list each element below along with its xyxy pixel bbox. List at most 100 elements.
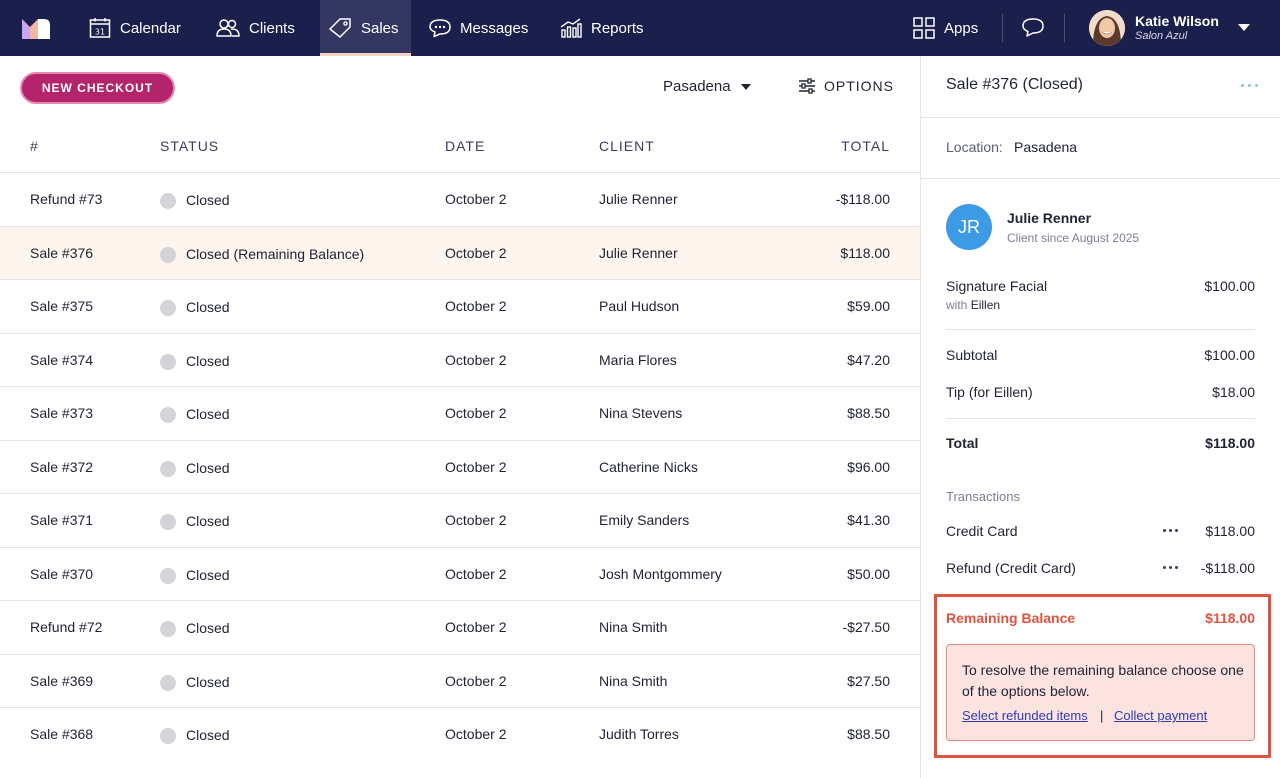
- status-dot-icon: [160, 621, 176, 637]
- service-staff-name: Eillen: [970, 298, 1001, 312]
- sale-total: $118.00: [840, 244, 890, 261]
- client-avatar[interactable]: JR: [946, 204, 992, 250]
- status-dot-icon: [160, 728, 176, 744]
- nav-separator: [1002, 14, 1003, 42]
- location-dropdown-value: Pasadena: [663, 78, 731, 95]
- table-row[interactable]: Sale #375 Closed October 2 Paul Hudson $…: [0, 279, 920, 333]
- table-row[interactable]: Sale #373 Closed October 2 Nina Stevens …: [0, 386, 920, 440]
- sale-status: Closed: [186, 299, 230, 315]
- nav-reports-label: Reports: [591, 19, 644, 37]
- subtotal-value: $100.00: [1204, 347, 1255, 363]
- select-refunded-items-link[interactable]: Select refunded items: [962, 708, 1088, 723]
- transaction-more-icon[interactable]: [1163, 529, 1179, 533]
- column-header-client[interactable]: CLIENT: [599, 138, 655, 154]
- sale-date: October 2: [445, 405, 507, 421]
- messages-icon: [429, 19, 451, 38]
- status-dot-icon: [160, 460, 176, 477]
- nav-reports[interactable]: Reports: [560, 0, 644, 56]
- table-row[interactable]: Sale #374 Closed October 2 Maria Flores …: [0, 332, 920, 387]
- chat-bubble-icon[interactable]: [1021, 15, 1045, 39]
- location-dropdown[interactable]: Pasadena: [663, 78, 751, 95]
- sale-status: Closed: [186, 727, 230, 743]
- client-name[interactable]: Julie Renner: [1007, 210, 1091, 226]
- sale-date: October 2: [445, 298, 507, 314]
- nav-messages-label: Messages: [460, 19, 529, 37]
- table-row[interactable]: Sale #372 Closed October 2 Catherine Nic…: [0, 439, 920, 494]
- tip-label: Tip (for Eillen): [946, 384, 1033, 400]
- sales-table: Refund #73 Closed October 2 Julie Renner…: [0, 172, 920, 761]
- options-button[interactable]: OPTIONS: [798, 78, 894, 94]
- nav-messages[interactable]: Messages: [429, 0, 528, 56]
- reports-icon: [560, 18, 582, 38]
- user-menu-caret-icon[interactable]: [1238, 24, 1250, 31]
- total-value: $118.00: [1205, 435, 1255, 451]
- total-label: Total: [946, 435, 979, 451]
- sale-number: Refund #72: [30, 619, 103, 635]
- remaining-balance-value: $118.00: [1205, 610, 1255, 626]
- table-row[interactable]: Sale #371 Closed October 2 Emily Sanders…: [0, 493, 920, 547]
- nav-calendar[interactable]: 31 Calendar: [89, 0, 181, 56]
- sale-total: $41.30: [847, 512, 890, 528]
- sale-status: Closed: [186, 192, 230, 208]
- remaining-balance-notice: To resolve the remaining balance choose …: [946, 644, 1255, 741]
- sale-client: Emily Sanders: [599, 512, 690, 528]
- column-header-status[interactable]: STATUS: [160, 138, 219, 154]
- nav-clients[interactable]: Clients: [216, 0, 295, 56]
- remaining-balance-label: Remaining Balance: [946, 610, 1076, 626]
- column-header-number[interactable]: #: [30, 138, 39, 154]
- status-dot-icon: [160, 246, 176, 263]
- options-label: OPTIONS: [824, 78, 895, 94]
- more-options-icon[interactable]: [1241, 84, 1259, 88]
- sale-number: Sale #375: [30, 298, 94, 314]
- app-logo-icon[interactable]: [22, 17, 50, 39]
- calendar-icon: 31: [89, 18, 111, 38]
- sale-total: $47.20: [847, 351, 890, 368]
- apps-grid-icon: [913, 17, 935, 39]
- table-row-selected[interactable]: Sale #376 Closed (Remaining Balance) Oct…: [0, 225, 920, 279]
- sale-client: Paul Hudson: [599, 298, 680, 314]
- client-since: Client since August 2025: [1007, 231, 1140, 245]
- table-row[interactable]: Refund #73 Closed October 2 Julie Renner…: [0, 172, 920, 226]
- user-name: Katie Wilson: [1135, 13, 1219, 29]
- user-avatar[interactable]: [1089, 10, 1125, 46]
- table-row[interactable]: Refund #72 Closed October 2 Nina Smith -…: [0, 600, 920, 654]
- sale-date: October 2: [445, 726, 507, 742]
- sale-total: -$118.00: [835, 191, 890, 207]
- collect-payment-link[interactable]: Collect payment: [1114, 708, 1207, 723]
- service-price: $100.00: [1204, 278, 1255, 294]
- transactions-heading: Transactions: [946, 489, 1020, 504]
- column-header-date[interactable]: DATE: [445, 138, 485, 154]
- sale-total: $96.00: [847, 458, 890, 475]
- status-dot-icon: [160, 514, 176, 530]
- table-row[interactable]: Sale #370 Closed October 2 Josh Montgomm…: [0, 546, 920, 601]
- location-label: Location:: [946, 139, 1003, 155]
- sale-number: Sale #368: [30, 726, 94, 742]
- service-name: Signature Facial: [946, 278, 1048, 294]
- divider: [921, 178, 1280, 179]
- nav-sales[interactable]: Sales: [320, 0, 411, 56]
- column-header-total[interactable]: TOTAL: [841, 138, 890, 154]
- nav-apps[interactable]: Apps: [913, 0, 978, 56]
- table-row[interactable]: Sale #369 Closed October 2 Nina Smith $2…: [0, 653, 920, 708]
- sale-status: Closed: [186, 566, 230, 583]
- sale-client: Josh Montgommery: [599, 565, 722, 582]
- service-staff-prefix: with: [946, 298, 968, 312]
- sale-date: October 2: [445, 191, 507, 207]
- chevron-down-icon: [740, 83, 751, 90]
- sale-client: Nina Stevens: [599, 405, 683, 421]
- sale-status: Closed: [186, 513, 230, 529]
- divider: [946, 329, 1255, 330]
- sale-number: Sale #370: [30, 565, 94, 582]
- subtotal-label: Subtotal: [946, 347, 998, 363]
- sliders-icon: [799, 78, 815, 94]
- sale-detail-title: Sale #376 (Closed): [946, 76, 1083, 93]
- transaction-label: Refund (Credit Card): [946, 560, 1076, 576]
- table-row[interactable]: Sale #368 Closed October 2 Judith Torres…: [0, 707, 920, 761]
- sale-client: Nina Smith: [599, 672, 668, 689]
- sale-number: Sale #371: [30, 512, 94, 528]
- transaction-more-icon[interactable]: [1163, 566, 1179, 570]
- new-checkout-button[interactable]: NEW CHECKOUT: [20, 72, 175, 104]
- panel-divider: [920, 56, 921, 778]
- link-separator: |: [1100, 708, 1104, 723]
- sale-date: October 2: [445, 244, 507, 261]
